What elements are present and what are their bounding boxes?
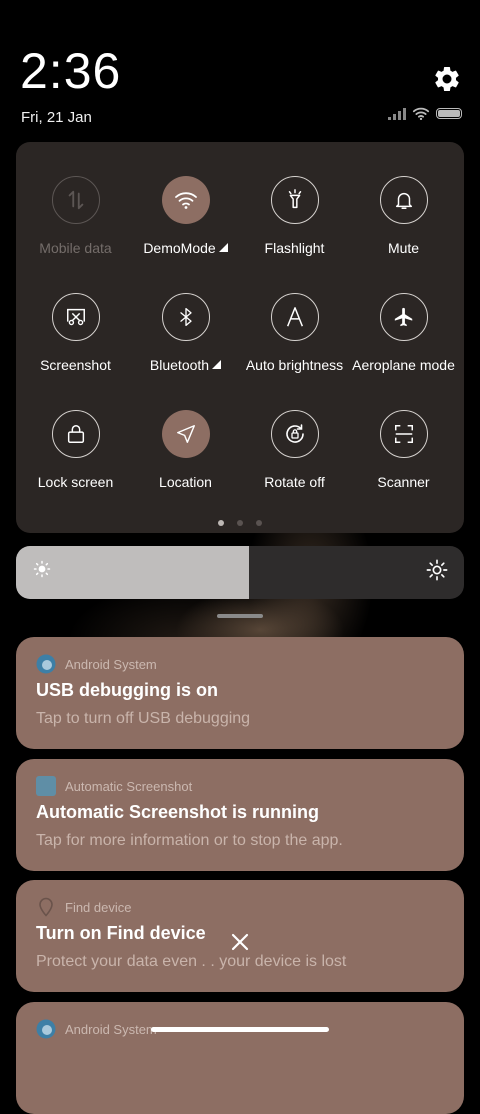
notification-text: Tap for more information or to stop the … [36,832,343,849]
notification-app-name: Android System [65,1021,157,1037]
notification-app-name: Find device [65,899,132,915]
notification-card[interactable]: Android System [16,1002,464,1114]
expand-triangle-icon [212,360,222,369]
tile-lock-screen[interactable]: Lock screen [21,410,130,490]
find-device-icon [39,897,53,917]
tile-label: Mute [387,240,420,256]
automatic-screenshot-app-icon [36,776,56,796]
tile-rotate-off[interactable]: Rotate off [240,410,349,490]
page-dot [237,520,243,526]
quick-settings-panel: Mobile data DemoMode Flashlight Mute Scr… [16,142,464,533]
notification-app-name: Automatic Screenshot [65,778,193,794]
tile-label: Bluetooth [149,357,210,373]
notification-title: Automatic Screenshot is running [36,802,320,822]
tile-label: DemoMode [143,240,216,256]
lock-icon [51,410,100,458]
tile-label-row: Bluetooth [131,357,240,373]
tile-label: Rotate off [264,474,325,490]
flashlight-icon [270,176,319,224]
tile-scanner[interactable]: Scanner [349,410,458,490]
android-system-icon [36,654,56,674]
tile-mobile-data[interactable]: Mobile data [21,176,130,256]
notification-text: Tap to turn off USB debugging [36,710,251,727]
location-icon [161,410,210,458]
gear-icon[interactable] [432,64,462,94]
tile-label: Location [159,474,212,490]
tile-location[interactable]: Location [131,410,240,490]
tile-label: Flashlight [264,240,325,256]
notification-card[interactable]: Android System USB debugging is on Tap t… [16,637,464,749]
close-icon[interactable] [228,930,252,954]
auto-brightness-icon [270,293,319,341]
tile-label: Mobile data [39,240,112,256]
tile-screenshot[interactable]: Screenshot [21,293,130,373]
mobile-data-icon [51,176,100,224]
status-bar [388,107,462,120]
tile-label: Screenshot [40,357,111,373]
notification-title: Turn on Find device [36,923,206,943]
notification-card[interactable]: Automatic Screenshot Automatic Screensho… [16,759,464,871]
notification-app-row: Find device [36,897,131,917]
rotate-lock-icon [270,410,319,458]
tile-bluetooth[interactable]: Bluetooth [131,293,240,373]
clock-date[interactable]: Fri, 21 Jan [21,109,92,126]
tile-flashlight[interactable]: Flashlight [240,176,349,256]
signal-icon [388,107,406,120]
tile-auto-brightness[interactable]: Auto brightness [240,293,349,373]
battery-icon [436,108,462,119]
notification-app-name: Android System [65,656,157,672]
drag-handle[interactable] [217,614,263,618]
tile-label: Lock screen [37,474,114,490]
clock-time[interactable]: 2:36 [20,46,121,96]
expand-triangle-icon [218,243,228,252]
tile-demomode[interactable]: DemoMode [131,176,240,256]
airplane-icon [379,293,428,341]
wifi-icon [161,176,210,224]
screenshot-icon [51,293,100,341]
brightness-slider[interactable] [16,546,464,599]
notification-text: Protect your data even . . your device i… [36,953,347,970]
tile-label: Aeroplane mode [352,357,455,373]
brightness-high-icon [426,559,448,581]
android-system-icon [36,1019,56,1039]
notification-app-row: Android System [36,654,157,674]
bell-icon [379,176,428,224]
wifi-icon [412,107,430,120]
notification-app-row: Android System [36,1019,157,1039]
tile-aeroplane-mode[interactable]: Aeroplane mode [349,293,458,373]
tile-label-row: DemoMode [131,240,240,256]
gesture-nav-bar[interactable] [151,1027,329,1032]
notification-title: USB debugging is on [36,680,218,700]
notification-app-row: Automatic Screenshot [36,776,192,796]
page-indicator[interactable] [16,520,464,526]
tile-label: Scanner [377,474,430,490]
tile-mute[interactable]: Mute [349,176,458,256]
scanner-icon [379,410,428,458]
bluetooth-icon [161,293,210,341]
page-dot [256,520,262,526]
tile-label: Auto brightness [245,357,344,373]
brightness-low-icon [33,560,51,578]
page-dot [218,520,224,526]
